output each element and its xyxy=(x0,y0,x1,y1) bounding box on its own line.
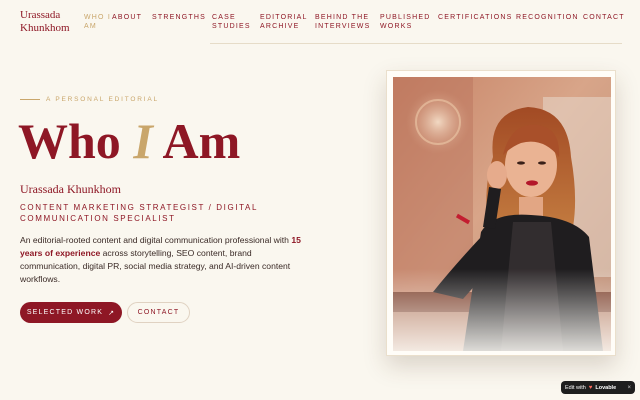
title-end: Am xyxy=(152,113,241,169)
title-start: Who xyxy=(18,113,134,169)
lovable-badge[interactable]: Edit with ♥ Lovable × xyxy=(561,381,635,394)
title-accent: I xyxy=(133,113,153,169)
badge-brand: Lovable xyxy=(595,384,617,391)
nav-editorial-archive[interactable]: EDITORIAL ARCHIVE xyxy=(260,14,308,31)
person-name: Urassada Khunkhom xyxy=(20,182,121,196)
eyebrow-line xyxy=(20,99,40,100)
hero-eyebrow: A PERSONAL EDITORIAL xyxy=(20,96,159,103)
eyebrow-text: A PERSONAL EDITORIAL xyxy=(46,96,159,103)
heart-icon: ♥ xyxy=(588,384,593,391)
contact-button[interactable]: CONTACT xyxy=(127,302,190,323)
person-role: CONTENT MARKETING STRATEGIST / DIGITAL C… xyxy=(20,203,258,223)
nav-certifications[interactable]: CERTIFICATIONS xyxy=(438,14,513,23)
selected-work-label: SELECTED WORK xyxy=(26,309,104,316)
portrait-photo xyxy=(393,77,611,351)
badge-label: Edit with xyxy=(565,384,586,391)
nav-contact[interactable]: CONTACT xyxy=(583,14,625,23)
page-title: Who I Am xyxy=(18,112,240,170)
arrow-up-right-icon: ↗ xyxy=(108,309,116,317)
nav-published-works[interactable]: PUBLISHED WORKS xyxy=(380,14,430,31)
nav-who-i-am[interactable]: WHO I AM xyxy=(84,14,111,31)
nav-recognition[interactable]: RECOGNITION xyxy=(516,14,579,23)
close-icon[interactable]: × xyxy=(627,385,631,391)
nav-behind-the-interviews[interactable]: BEHIND THE INTERVIEWS xyxy=(315,14,370,31)
nav-strengths[interactable]: STRENGTHS xyxy=(152,14,206,23)
brand-logo[interactable]: Urassada Khunkhom xyxy=(20,9,80,35)
nav-case-studies[interactable]: CASE STUDIES xyxy=(212,14,251,31)
portrait-frame xyxy=(386,70,616,356)
selected-work-button[interactable]: SELECTED WORK ↗ xyxy=(20,302,122,323)
hero-bio: An editorial-rooted content and digital … xyxy=(20,234,310,286)
nav-divider xyxy=(210,43,622,44)
bio-before: An editorial-rooted content and digital … xyxy=(20,235,292,245)
nav-about[interactable]: ABOUT xyxy=(112,14,142,23)
